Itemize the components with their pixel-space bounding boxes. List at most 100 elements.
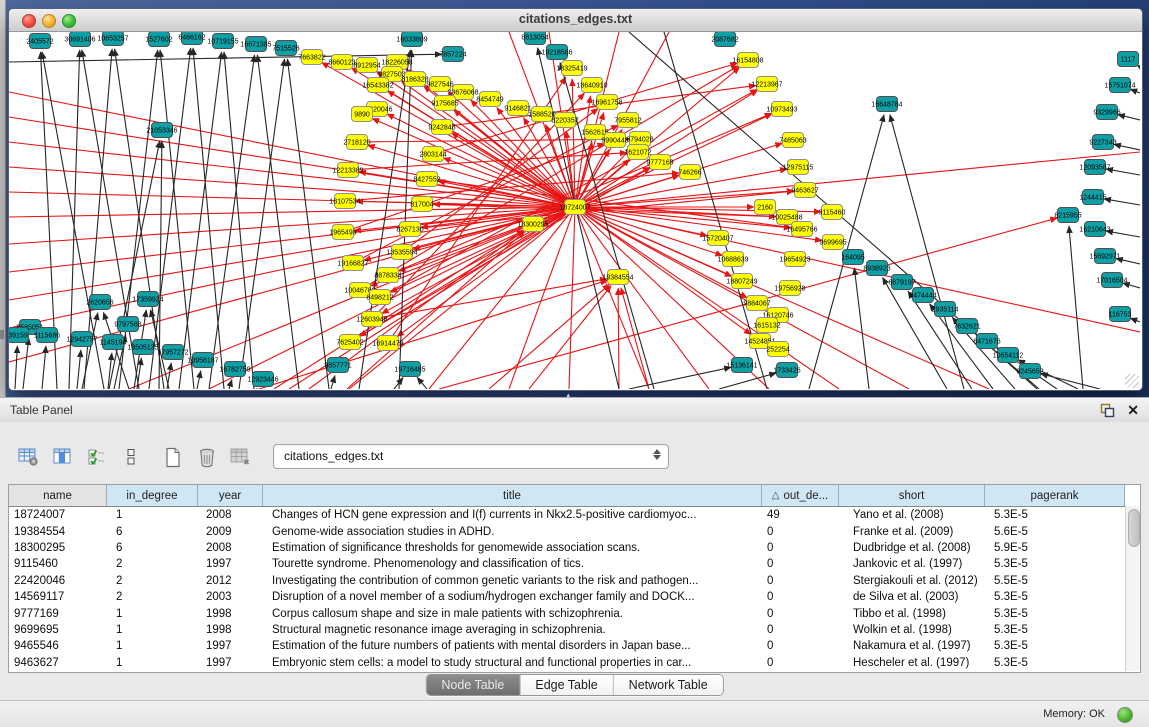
table-row[interactable]: 2242004622012Investigating the contribut… (9, 573, 1140, 589)
network-node[interactable]: 2620656 (86, 295, 113, 310)
column-header-pagerank[interactable]: pagerank (985, 485, 1125, 506)
network-node[interactable]: 9797588 (114, 317, 141, 332)
network-node[interactable]: 9175685 (431, 96, 458, 111)
network-node[interactable]: 252254 (766, 342, 789, 357)
table-row[interactable]: 1872400712008Changes of HCN gene express… (9, 507, 1140, 523)
network-node[interactable]: 8498212 (366, 290, 393, 305)
network-node[interactable]: 7485063 (779, 133, 806, 148)
network-node[interactable]: 9777169 (646, 155, 673, 170)
network-node[interactable]: 8267130 (396, 222, 423, 237)
delete-table-button[interactable] (226, 443, 256, 471)
row-checks-button[interactable] (82, 443, 112, 471)
network-node[interactable]: 1115686 (34, 328, 60, 343)
network-node[interactable]: 16033809 (396, 32, 427, 47)
network-node[interactable]: 9329966 (1093, 105, 1120, 120)
column-header-year[interactable]: year (198, 485, 263, 506)
network-node[interactable]: 8215955 (1054, 208, 1081, 223)
network-node[interactable]: 7515526 (272, 41, 299, 56)
network-node[interactable]: 9474444 (909, 288, 936, 303)
network-node[interactable]: 8471676 (973, 334, 1000, 349)
network-node[interactable]: 19218586 (541, 45, 572, 60)
network-node[interactable]: 746266 (678, 165, 701, 180)
column-header-name[interactable]: name (9, 485, 107, 506)
network-node[interactable]: 10654112 (993, 348, 1024, 363)
network-node[interactable]: 12975115 (783, 160, 814, 175)
column-header-out_degree[interactable]: △out_de... (762, 485, 839, 506)
network-node[interactable]: 2718120 (343, 135, 370, 150)
table-row[interactable]: 969969511998Structural magnetic resonanc… (9, 622, 1140, 638)
network-node[interactable]: 1621072 (624, 145, 651, 160)
network-node[interactable]: 12213967 (751, 77, 782, 92)
network-node[interactable]: 1117 (1118, 52, 1139, 67)
network-node[interactable]: 17016504 (1096, 273, 1127, 288)
tab-edge-table[interactable]: Edge Table (520, 675, 613, 695)
network-node[interactable]: 39159 (9, 328, 29, 343)
network-node[interactable]: 16782759 (219, 362, 250, 377)
new-document-button[interactable] (158, 443, 188, 471)
network-node[interactable]: 1615132 (753, 318, 780, 333)
network-window-titlebar[interactable]: citations_edges.txt (9, 9, 1142, 32)
table-scrollbar[interactable] (1125, 506, 1140, 671)
network-node[interactable]: 7857224 (439, 47, 466, 62)
table-row[interactable]: 1938455462009Genome-wide association stu… (9, 523, 1140, 539)
network-node[interactable]: 19384554 (602, 270, 633, 285)
tab-network-table[interactable]: Network Table (614, 675, 723, 695)
network-node[interactable]: 6879197 (888, 275, 915, 290)
network-node[interactable]: 2160 (755, 200, 776, 215)
column-header-in_degree[interactable]: in_degree (107, 485, 198, 506)
network-node[interactable]: 1145194 (100, 335, 127, 350)
network-node[interactable]: 9245652 (1016, 364, 1043, 379)
network-node[interactable]: 8813054 (521, 32, 548, 45)
memory-status-icon[interactable] (1117, 707, 1133, 723)
float-window-icon[interactable] (1100, 402, 1115, 418)
network-node[interactable]: 8660123 (328, 55, 355, 70)
network-node[interactable]: 817004 (410, 197, 433, 212)
network-node[interactable]: 9115460 (819, 205, 846, 220)
network-node[interactable]: 9884067 (743, 296, 770, 311)
table-row[interactable]: 977716911998Corpus callosum shape and si… (9, 605, 1140, 621)
network-node[interactable]: 7632621 (953, 319, 980, 334)
network-node[interactable]: 15720407 (702, 231, 733, 246)
network-node[interactable]: 16961758 (591, 95, 622, 110)
network-node[interactable]: 8427552 (413, 172, 440, 187)
network-node[interactable]: 9857771 (324, 358, 351, 373)
table-options-button[interactable] (14, 443, 44, 471)
network-node[interactable]: 16671385 (240, 37, 271, 52)
network-node[interactable]: 1733426 (773, 363, 800, 378)
network-node[interactable]: 12093587 (1079, 160, 1110, 175)
network-node[interactable]: 8186328 (401, 72, 428, 87)
network-canvas[interactable]: 2405572306914061065325715276026466162107… (9, 32, 1140, 389)
network-node[interactable]: 8878334 (374, 268, 401, 283)
window-resize-grip[interactable] (1125, 374, 1139, 388)
table-row[interactable]: 1456911722003Disruption of a novel membe… (9, 589, 1140, 605)
network-node[interactable]: 7955812 (614, 113, 641, 128)
network-node[interactable]: 1244415 (1079, 190, 1106, 205)
network-node[interactable]: 9463627 (791, 183, 818, 198)
network-node[interactable]: 12213389 (332, 163, 363, 178)
network-node[interactable]: 10719155 (207, 34, 238, 49)
column-header-short[interactable]: short (839, 485, 985, 506)
show-columns-button[interactable] (48, 443, 78, 471)
table-row[interactable]: 946362711997Embryonic stem cells: a mode… (9, 655, 1140, 671)
network-node[interactable]: 16154808 (732, 53, 763, 68)
table-row[interactable]: 1830029562008Estimation of significance … (9, 540, 1140, 556)
close-icon[interactable]: ✕ (1127, 402, 1139, 418)
network-node[interactable]: 6466162 (178, 32, 205, 45)
network-node[interactable]: 9699695 (819, 235, 846, 250)
network-node[interactable]: 21053346 (146, 123, 177, 138)
network-node[interactable]: 7663822 (298, 50, 325, 65)
network-node[interactable]: 2803144 (419, 147, 446, 162)
network-node[interactable]: 15751074 (1104, 78, 1135, 93)
tab-node-table[interactable]: Node Table (426, 675, 520, 695)
network-node[interactable]: 9990448 (601, 133, 628, 148)
network-node[interactable]: 10653257 (97, 32, 128, 46)
network-node[interactable]: 2087682 (711, 32, 738, 47)
network-node[interactable]: 1965493 (329, 225, 356, 240)
network-node[interactable]: 10688639 (717, 252, 748, 267)
network-node[interactable]: 19756928 (774, 281, 805, 296)
table-row[interactable]: 911546021997Tourette syndrome. Phenomeno… (9, 556, 1140, 572)
network-node[interactable]: 7625402 (336, 335, 363, 350)
row-height-button[interactable] (116, 443, 146, 471)
network-node[interactable]: 15692971 (1089, 249, 1120, 264)
network-node[interactable]: 8454749 (476, 92, 503, 107)
